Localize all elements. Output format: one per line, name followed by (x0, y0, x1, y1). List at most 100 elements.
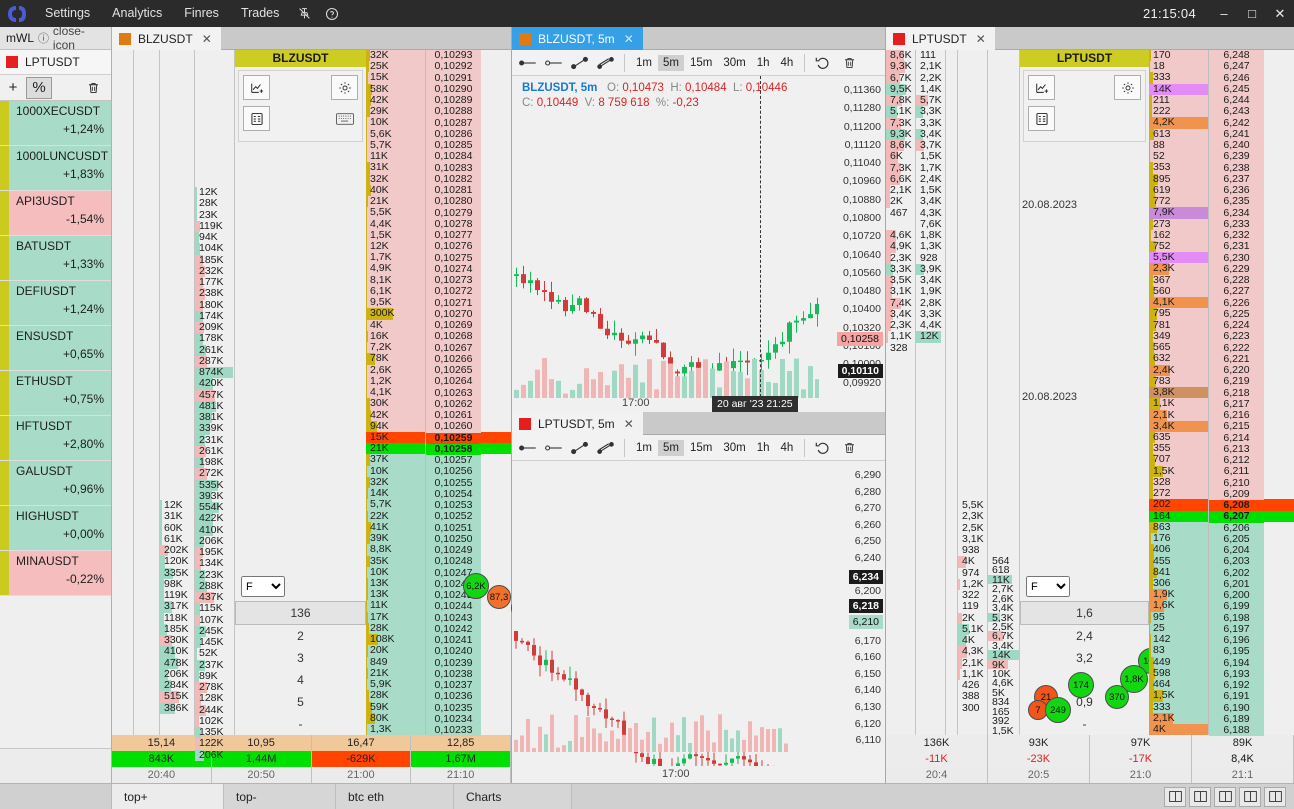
ladder-size-cell[interactable]: 333 (1149, 701, 1208, 713)
ladder-size-cell[interactable]: 4,1K (1149, 297, 1208, 309)
ladder-size-cell[interactable]: 707 (1149, 454, 1208, 466)
timeframe-5m[interactable]: 5m (657, 439, 684, 456)
ladder-size-cell[interactable]: 170 (1149, 50, 1208, 62)
ladder-size-cell[interactable]: 94K (366, 420, 425, 432)
ladder-size-cell[interactable]: 4,9K (366, 263, 425, 275)
ladder-size-cell[interactable]: 18 (1149, 61, 1208, 73)
timeframe-15m[interactable]: 15m (685, 55, 717, 71)
maximize-button[interactable]: □ (1238, 0, 1266, 27)
ladder-size-cell[interactable]: 5,5K (1149, 252, 1208, 264)
ladder-size-cell[interactable]: 2,1K (1149, 712, 1208, 725)
ladder-size-cell[interactable]: 25 (1149, 622, 1208, 635)
ladder-size-cell[interactable]: 10K (366, 117, 425, 129)
ladder-size-cell[interactable]: 30K (366, 398, 425, 410)
ladder-size-cell[interactable]: 7,9K (1149, 207, 1208, 219)
calculator-icon[interactable] (243, 106, 270, 131)
ladder-size-cell[interactable]: 14K (366, 488, 425, 500)
ladder-size-cell[interactable]: 863 (1149, 521, 1208, 534)
ladder-size-cell[interactable]: 32K (366, 50, 425, 62)
blz-chart-body[interactable]: BLZUSDT, 5m O: 0,10473 H: 0,10484 L: 0,1… (512, 76, 885, 412)
ladder-size-cell[interactable]: 2,1K (1149, 409, 1208, 421)
ladder-price-cell[interactable]: 6,215 (1209, 420, 1264, 433)
watchlist-item-1000xecusdt[interactable]: 1000XECUSDT +1,24% (0, 101, 111, 146)
ladder-size-cell[interactable]: 21K (366, 196, 425, 208)
timeframe-1h[interactable]: 1h (752, 440, 775, 456)
close-icon[interactable]: ✕ (624, 32, 634, 46)
ladder-price-cell[interactable]: 0,10256 (426, 465, 481, 478)
timeframe-4h[interactable]: 4h (776, 55, 799, 71)
ladder-size-cell[interactable]: 52 (1149, 151, 1208, 163)
help-circle-icon[interactable] (318, 0, 346, 27)
lpt-price-axis[interactable]: 6,2906,2806,2706,2606,2506,2406,2306,200… (819, 461, 885, 783)
ladder-size-cell[interactable]: 40K (366, 184, 425, 197)
ladder-price-cell[interactable]: 0,10252 (426, 510, 481, 523)
lpt-ladder-sizes[interactable]: 170 18 333 14K 211 222 4,2K 613 88 52 353 895 619 772… (1149, 50, 1209, 736)
lpt-filter-select[interactable]: F (1026, 576, 1070, 597)
watchlist-item-hftusdt[interactable]: HFTUSDT +2,80% (0, 416, 111, 461)
undo-icon[interactable] (811, 52, 835, 74)
ladder-size-cell[interactable]: 300K (366, 308, 425, 320)
ladder-size-cell[interactable]: 108K (366, 634, 425, 646)
percent-toggle-button[interactable]: % (26, 76, 52, 99)
ladder-size-cell[interactable]: 202 (1149, 499, 1208, 511)
ladder-price-cell[interactable]: 0,10276 (426, 240, 481, 253)
timeframe-5m[interactable]: 5m (657, 54, 684, 71)
ladder-price-cell[interactable]: 6,188 (1209, 724, 1264, 737)
ladder-size-cell[interactable]: 272 (1149, 488, 1208, 500)
gear-icon[interactable] (331, 75, 358, 100)
ladder-size-cell[interactable]: 795 (1149, 308, 1208, 320)
ladder-size-cell[interactable]: 3,8K (1149, 387, 1208, 399)
ladder-price-cell[interactable]: 6,235 (1209, 195, 1264, 208)
ladder-size-cell[interactable]: 849 (366, 656, 425, 668)
ladder-size-cell[interactable]: 5,9K (366, 679, 425, 691)
ladder-size-cell[interactable]: 11K (366, 600, 425, 612)
timeframe-30m[interactable]: 30m (718, 55, 750, 71)
ladder-size-cell[interactable]: 355 (1149, 443, 1208, 455)
bottom-tab-top[interactable]: top+ (112, 784, 224, 809)
ladder-size-cell[interactable]: 28K (366, 622, 425, 635)
chart-add-icon[interactable] (243, 75, 270, 100)
ray-icon[interactable] (542, 437, 566, 459)
ladder-price-cell[interactable]: 0,10292 (426, 60, 481, 73)
tab-blzusdt-dom[interactable]: BLZUSDT ✕ (112, 27, 221, 50)
close-icon[interactable]: ✕ (624, 417, 634, 431)
ladder-size-cell[interactable]: 306 (1149, 578, 1208, 590)
ladder-size-cell[interactable]: 37K (366, 454, 425, 466)
timeframe-1h[interactable]: 1h (752, 55, 775, 71)
tab-blzusdt-chart[interactable]: BLZUSDT, 5m ✕ (512, 27, 643, 50)
ladder-size-cell[interactable]: 16K (366, 330, 425, 343)
watchlist-item-batusdt[interactable]: BATUSDT +1,33% (0, 236, 111, 281)
ladder-size-cell[interactable]: 2,4K (1149, 364, 1208, 376)
ladder-size-cell[interactable]: 222 (1149, 106, 1208, 118)
bottom-tab-top[interactable]: top- (224, 784, 336, 809)
watchlist-item-galusdt[interactable]: GALUSDT +0,96% (0, 461, 111, 506)
ladder-price-cell[interactable]: 0,10244 (426, 600, 481, 613)
ladder-price-cell[interactable]: 0,10280 (426, 195, 481, 208)
ladder-size-cell[interactable]: 59K (366, 701, 425, 713)
menu-finres[interactable]: Finres (173, 0, 230, 27)
ladder-size-cell[interactable]: 2,3K (1149, 263, 1208, 275)
trend-channel-icon[interactable] (594, 437, 618, 459)
watchlist-item-api3usdt[interactable]: API3USDT -1,54% (0, 191, 111, 236)
layout-grid-icon[interactable] (1164, 786, 1186, 807)
ladder-size-cell[interactable]: 8,1K (366, 274, 425, 286)
ladder-size-cell[interactable]: 21K (366, 667, 425, 680)
blz-filter-select[interactable]: F (241, 576, 285, 597)
ladder-price-cell[interactable]: 6,211 (1209, 465, 1264, 478)
watchlist-item-ethusdt[interactable]: ETHUSDT +0,75% (0, 371, 111, 416)
ladder-size-cell[interactable]: 15K (366, 431, 425, 444)
ladder-size-cell[interactable]: 11K (366, 151, 425, 163)
ladder-price-cell[interactable]: 0,10284 (426, 150, 481, 163)
add-symbol-button[interactable]: + (0, 77, 26, 99)
ladder-size-cell[interactable]: 6,1K (366, 285, 425, 298)
ladder-size-cell[interactable]: 1,3K (366, 724, 425, 736)
ladder-size-cell[interactable]: 1,5K (1149, 690, 1208, 702)
watchlist-selected-symbol[interactable]: LPTUSDT (0, 50, 111, 75)
ladder-size-cell[interactable]: 15K (366, 72, 425, 84)
ladder-size-cell[interactable]: 35K (366, 555, 425, 567)
ladder-size-cell[interactable]: 1,6K (1149, 600, 1208, 612)
ladder-size-cell[interactable]: 2,6K (366, 364, 425, 376)
line-segment-icon[interactable] (516, 52, 540, 74)
ladder-size-cell[interactable]: 449 (1149, 656, 1208, 668)
ladder-size-cell[interactable]: 1,2K (366, 375, 425, 388)
